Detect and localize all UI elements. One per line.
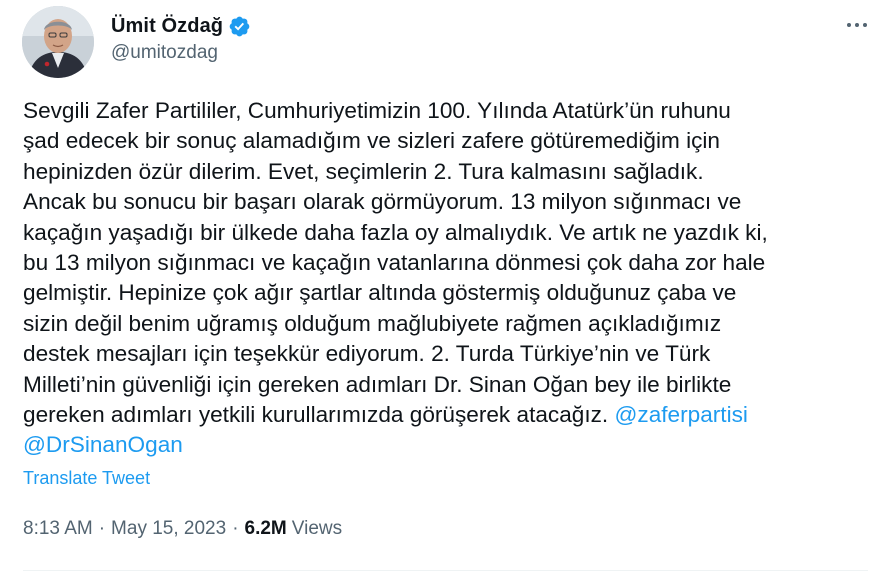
tweet-meta: 8:13 AM · May 15, 2023 · 6.2M Views	[23, 518, 342, 540]
translate-tweet-link[interactable]: Translate Tweet	[23, 468, 150, 489]
tweet-line: Milleti’nin güvenliği için gereken adıml…	[23, 371, 732, 397]
mention-link-drsinanogan[interactable]: @DrSinanOgan	[23, 432, 183, 457]
more-options-icon	[847, 23, 851, 27]
views-label[interactable]: Views	[292, 518, 342, 540]
divider	[23, 570, 868, 571]
meta-separator: ·	[98, 518, 106, 539]
tweet-line: sizin değil benim uğramış olduğum mağlub…	[23, 310, 722, 336]
tweet-line: hepinizden özür dilerim. Evet, seçimleri…	[23, 158, 704, 184]
tweet-date[interactable]: May 15, 2023	[111, 518, 226, 540]
tweet-line: Sevgili Zafer Partililer, Cumhuriyetimiz…	[23, 98, 731, 123]
tweet-line: bu 13 milyon sığınmacı ve kaçağın vatanl…	[23, 250, 766, 276]
author-handle[interactable]: @umitozdag	[111, 42, 218, 64]
more-options-dot	[863, 23, 867, 27]
meta-separator: ·	[232, 518, 239, 539]
tweet-line: kaçağın yaşadığı bir ülkede daha fazla o…	[23, 219, 768, 245]
tweet-line: gereken adımları yetkili kurullarımızda …	[23, 402, 615, 428]
tweet-line: Ancak bu sonucu bir başarı olarak görmüy…	[23, 189, 742, 215]
tweet-line: destek mesajları için teşekkür ediyorum.…	[23, 341, 711, 367]
tweet-text: Sevgili Zafer Partililer, Cumhuriyetimiz…	[23, 96, 868, 461]
tweet-line: gelmiştir. Hepinize çok ağır şartlar alt…	[23, 280, 737, 306]
verified-badge-icon	[228, 15, 251, 38]
more-options-dot	[855, 23, 859, 27]
author-name-row[interactable]: Ümit Özdağ	[111, 12, 251, 40]
avatar-image	[22, 6, 94, 78]
mention-link-zaferpartisi[interactable]: @zaferpartisi	[614, 402, 747, 427]
display-name[interactable]: Ümit Özdağ	[111, 15, 223, 38]
more-options-button[interactable]	[838, 10, 876, 40]
views-count[interactable]: 6.2M	[245, 518, 287, 540]
tweet-time[interactable]: 8:13 AM	[23, 518, 93, 540]
tweet-line: şad edecek bir sonuç alamadığım ve sizle…	[23, 128, 720, 154]
avatar[interactable]	[22, 6, 94, 78]
